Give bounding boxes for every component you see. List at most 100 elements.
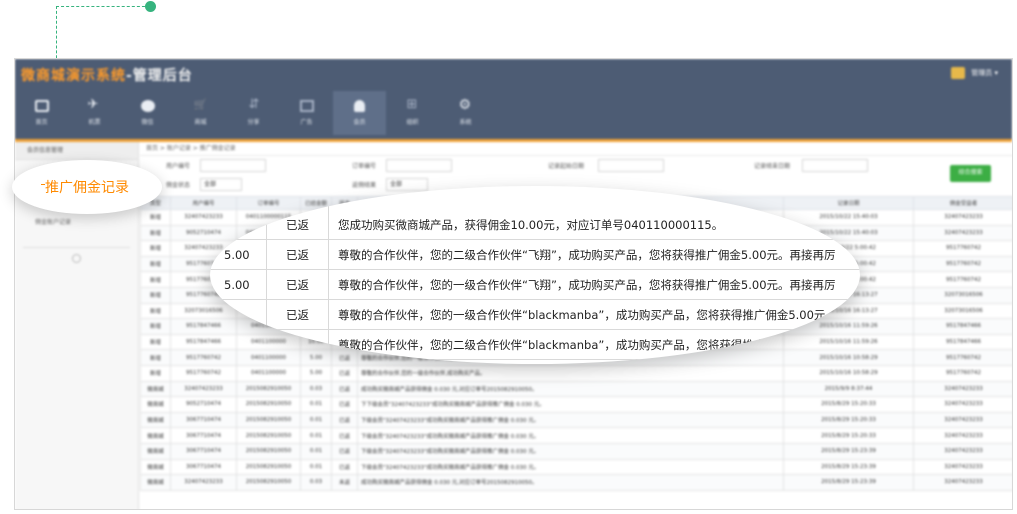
table-row[interactable]: 微商城 3067710474 2015082910050 0.01 已返 下级会员"324… bbox=[140, 411, 1012, 429]
table-cell: 9517760742 bbox=[913, 271, 1012, 288]
table-cell: 32407423233 bbox=[913, 442, 1012, 460]
table-cell: 2015082910050 bbox=[236, 427, 301, 444]
table-row[interactable]: 微商城 3067710474 2015082910050 0.01 已返 下级会员"324… bbox=[140, 427, 1012, 444]
column-header[interactable]: 订单编号 bbox=[236, 196, 301, 210]
table-cell: 已返 bbox=[331, 396, 358, 413]
table-cell: 2015082910050 bbox=[236, 474, 301, 491]
table-cell: 32407423233 bbox=[170, 380, 237, 398]
breadcrumb: 首页 > 账户记录 > 推广佣金记录 bbox=[140, 142, 1012, 156]
search-button[interactable]: 综合搜索 bbox=[950, 165, 991, 182]
table-cell: 32407423233 bbox=[913, 458, 1012, 476]
table-row[interactable]: 微商城 3067710474 2015082910050 0.01 已返 下级会员"324… bbox=[140, 458, 1012, 476]
table-cell: 9517760742 bbox=[913, 255, 1012, 273]
table-cell: 32073016506 bbox=[913, 286, 1012, 304]
share-icon bbox=[247, 97, 261, 112]
admin-avatar-icon bbox=[951, 67, 966, 79]
start-date-label: 记录起始日期 bbox=[548, 163, 585, 170]
lens-description: 获得佣金10.00元，对应订单号 bbox=[338, 360, 497, 364]
sidebar-header[interactable]: 会员信息管理 bbox=[15, 142, 138, 160]
table-cell: 新增 bbox=[140, 240, 171, 257]
column-header[interactable]: 佣金受益者 bbox=[913, 196, 1012, 210]
table-cell: 32407423233 bbox=[913, 396, 1012, 413]
table-cell: 32407423233 bbox=[913, 209, 1012, 226]
table-row[interactable]: 新增951776074204011000005.00已返尊敬的合作伙伴,您的一级… bbox=[140, 364, 1012, 382]
table-cell: 下下级会员"32407423233"成功购买微商城产品获得推广佣金 0.030 … bbox=[357, 396, 784, 413]
table-cell: 已返 bbox=[331, 442, 358, 460]
user-label: 管理员 ▾ bbox=[971, 69, 998, 77]
table-row[interactable]: 微商城 3067710474 2015082910050 0.01 已返 下级会员"324… bbox=[140, 442, 1012, 460]
table-cell: 2015/8/29 15:20:33 bbox=[783, 411, 914, 429]
nav-label: 机票 bbox=[88, 119, 101, 126]
table-cell: 成功购买微商城产品获得佣金 0.030 元,对应订单号2015082910050… bbox=[357, 474, 784, 491]
lens-column-divider bbox=[328, 186, 329, 364]
add-icon[interactable] bbox=[72, 254, 81, 263]
table-cell: 0.01 bbox=[300, 458, 332, 476]
table-cell: 9517847466 bbox=[913, 333, 1012, 351]
table-cell: 微商城 bbox=[140, 474, 171, 491]
lens-status: 已返 bbox=[286, 248, 309, 262]
table-cell: 微商城 bbox=[140, 411, 171, 429]
end-date-label: 记录结束日期 bbox=[754, 163, 791, 170]
table-cell: 已返 bbox=[331, 380, 358, 398]
table-cell: 3067710474 bbox=[170, 427, 237, 444]
nav-label: 组织 bbox=[406, 119, 419, 126]
nav-item-0[interactable]: 首页 bbox=[15, 91, 68, 135]
end-date-input[interactable] bbox=[802, 159, 868, 172]
table-cell: 成功购买微商城产品获得佣金 0.030 元,对应订单号2015082910050… bbox=[357, 380, 784, 398]
table-cell: 32407423233 bbox=[170, 474, 237, 491]
nav-item-5[interactable]: 广告 bbox=[280, 91, 333, 135]
table-cell: 32407423233 bbox=[913, 427, 1012, 444]
table-row[interactable]: 微商城 9052710474 2015082910050 0.01 已返 下下级会员"32… bbox=[140, 396, 1012, 413]
table-cell: 新增 bbox=[140, 318, 171, 335]
nav-label: 首页 bbox=[35, 119, 48, 126]
callout-bubble: 推广佣金记录 bbox=[12, 160, 162, 214]
table-cell: 未返 bbox=[331, 474, 358, 491]
gear-icon bbox=[459, 97, 473, 113]
nav-item-1[interactable]: 机票 bbox=[68, 91, 121, 135]
table-row[interactable]: 微商城 32407423233 2015082910050 0.03 未返 成功购买微商城… bbox=[140, 474, 1012, 491]
lens-amount: 00 bbox=[224, 308, 239, 322]
nav-item-6[interactable]: 会员 bbox=[333, 91, 386, 135]
table-cell: 2015082910050 bbox=[236, 396, 301, 413]
column-header[interactable]: 记录日期 bbox=[783, 196, 914, 210]
table-cell: 32407423233 bbox=[913, 474, 1012, 491]
nav-item-2[interactable]: 微信 bbox=[121, 91, 174, 135]
user-icon bbox=[354, 100, 365, 112]
status-select[interactable]: 全部 bbox=[200, 178, 242, 191]
table-cell: 0.01 bbox=[300, 411, 332, 429]
sidebar-item-commission-account[interactable]: 佣金账户记录 bbox=[15, 212, 138, 234]
lens-description: 您成功购买微商城产品，获得佣金10.00元，对应订单号040110000115。 bbox=[338, 218, 724, 232]
table-cell: 下级会员"32407423233"成功购买微商城产品获得推广佣金 0.030 元… bbox=[357, 411, 784, 429]
nav-item-3[interactable]: 商城 bbox=[174, 91, 227, 135]
table-cell: 2015082910050 bbox=[236, 380, 301, 398]
nav-item-8[interactable]: 系统 bbox=[439, 91, 492, 135]
order-input[interactable] bbox=[386, 159, 452, 172]
table-row[interactable]: 微商城 32407423233 2015082910050 0.03 已返 成功购买微商城… bbox=[140, 380, 1012, 398]
cart-icon bbox=[194, 100, 208, 112]
callout-marker bbox=[41, 184, 45, 185]
magnifier-lens: 已返 您成功购买微商城产品，获得佣金10.00元，对应订单号04011000011… bbox=[210, 186, 860, 364]
account-input[interactable] bbox=[200, 159, 266, 172]
table-cell: 3067710474 bbox=[170, 411, 237, 429]
column-header[interactable]: 用户编号 bbox=[170, 196, 237, 210]
lens-description: 尊敬的合作伙伴，您的一级合作伙伴“blackmanba”，成功购买产品，您将获得… bbox=[338, 308, 826, 322]
table-cell: 新增 bbox=[140, 224, 171, 242]
table-cell: 新增 bbox=[140, 271, 171, 288]
table-cell: 新增 bbox=[140, 364, 171, 382]
table-cell: 0.03 bbox=[300, 474, 332, 491]
table-cell: 微商城 bbox=[140, 427, 171, 444]
table-cell: 9517760742 bbox=[913, 364, 1012, 382]
order-status-select[interactable]: 全部 bbox=[386, 178, 428, 191]
user-menu[interactable]: 管理员 ▾ bbox=[951, 67, 998, 79]
monitor-icon bbox=[34, 100, 49, 112]
nav-item-4[interactable]: 分享 bbox=[227, 91, 280, 135]
lens-description: 尊敬的合作伙伴，您的二级合作伙伴“飞翔”，成功购买产品，您将获得推广佣金5.00… bbox=[338, 248, 836, 262]
start-date-input[interactable] bbox=[598, 159, 664, 172]
nav-item-7[interactable]: 组织 bbox=[386, 91, 439, 135]
lens-column-divider bbox=[266, 186, 267, 364]
table-cell: 2015/8/29 15:20:33 bbox=[783, 396, 914, 413]
sidebar-divider bbox=[23, 240, 130, 248]
lens-description: 尊敬的合作伙伴，您的二级合作伙伴“blackmanba”，成功购买产品，您将获得… bbox=[338, 338, 777, 352]
table-cell: 微商城 bbox=[140, 442, 171, 460]
table-cell: 32073016506 bbox=[913, 302, 1012, 320]
